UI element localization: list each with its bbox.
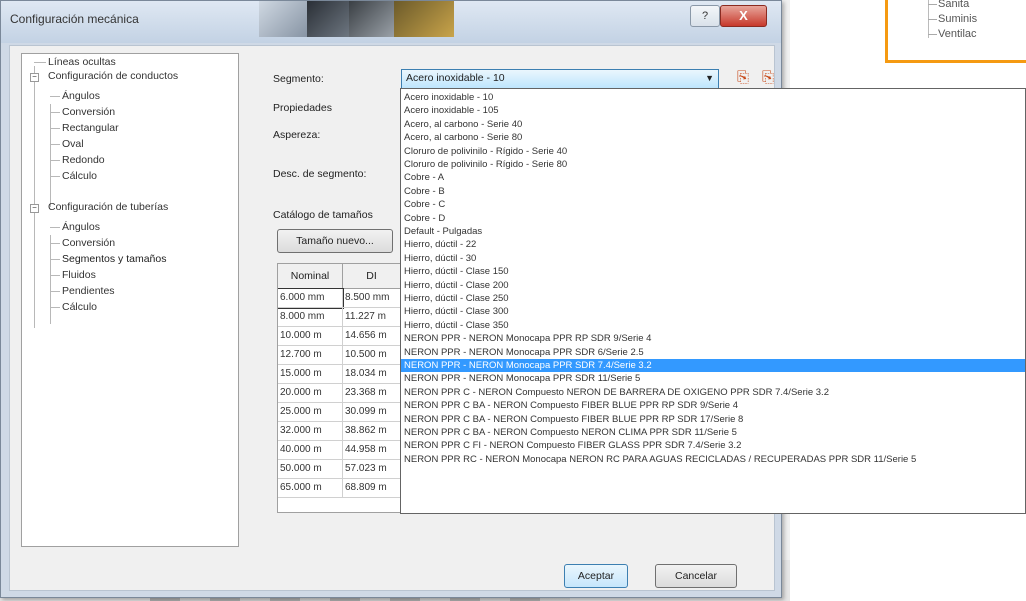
dropdown-option[interactable]: Acero, al carbono - Serie 80 (401, 131, 1025, 144)
column-header-nominal[interactable]: Nominal (278, 264, 343, 288)
tree-item-hidden-lines[interactable]: Líneas ocultas (48, 56, 116, 68)
tree-item-round[interactable]: Redondo (62, 154, 105, 166)
table-row[interactable]: 25.000 m 30.099 m (278, 403, 400, 422)
tree-item-duct-settings[interactable]: Configuración de conductos (48, 70, 178, 82)
close-button[interactable]: X (720, 5, 767, 27)
dropdown-option[interactable]: Hierro, dúctil - Clase 200 (401, 279, 1025, 292)
roughness-label: Aspereza: (273, 129, 321, 141)
tree-item-segments-sizes[interactable]: Segmentos y tamaños (62, 253, 166, 265)
title-bar[interactable]: Configuración mecánica ? X (1, 1, 781, 43)
dropdown-option[interactable]: Acero, al carbono - Serie 40 (401, 118, 1025, 131)
dropdown-option[interactable]: Cloruro de polivinilo - Rígido - Serie 8… (401, 158, 1025, 171)
dropdown-option[interactable]: NERON PPR C - NERON Compuesto NERON DE B… (401, 386, 1025, 399)
table-header: Nominal DI (278, 264, 400, 289)
cancel-button[interactable]: Cancelar (655, 564, 737, 588)
segment-select[interactable]: Acero inoxidable - 10 ▼ (401, 69, 719, 89)
collapse-icon[interactable]: − (30, 204, 39, 213)
new-size-button[interactable]: Tamaño nuevo... (277, 229, 393, 253)
table-row[interactable]: 6.000 mm 8.500 mm (278, 288, 400, 309)
settings-tree[interactable]: Líneas ocultas − Configuración de conduc… (21, 53, 239, 547)
tree-item-pipe-conversion[interactable]: Conversión (62, 237, 115, 249)
tree-item-oval[interactable]: Oval (62, 138, 84, 150)
help-button[interactable]: ? (690, 5, 720, 27)
dropdown-option[interactable]: Hierro, dúctil - 22 (401, 238, 1025, 251)
tree-item-slopes[interactable]: Pendientes (62, 285, 115, 297)
dropdown-option[interactable]: Cloruro de polivinilo - Rígido - Serie 4… (401, 145, 1025, 158)
dropdown-option[interactable]: NERON PPR C FI - NERON Compuesto FIBER G… (401, 439, 1025, 452)
tree-item-pipe-angles[interactable]: Ángulos (62, 221, 100, 233)
dialog-title: Configuración mecánica (10, 12, 139, 26)
table-row[interactable]: 10.000 m 14.656 m (278, 327, 400, 346)
properties-label: Propiedades (273, 102, 332, 114)
size-catalog-label: Catálogo de tamaños (273, 209, 373, 221)
background-item[interactable]: Ventilac (938, 28, 977, 40)
dropdown-option[interactable]: Cobre - C (401, 198, 1025, 211)
accept-button[interactable]: Aceptar (564, 564, 628, 588)
dropdown-option[interactable]: Hierro, dúctil - Clase 250 (401, 292, 1025, 305)
chevron-down-icon: ▼ (705, 73, 714, 83)
background-item[interactable]: Sanita (938, 0, 969, 10)
tree-item-duct-angles[interactable]: Ángulos (62, 90, 100, 102)
dropdown-option[interactable]: NERON PPR - NERON Monocapa PPR SDR 6/Ser… (401, 346, 1025, 359)
dropdown-option[interactable]: NERON PPR - NERON Monocapa PPR SDR 7.4/S… (401, 359, 1025, 373)
dropdown-option[interactable]: NERON PPR - NERON Monocapa PPR RP SDR 9/… (401, 332, 1025, 345)
tree-item-duct-conversion[interactable]: Conversión (62, 106, 115, 118)
dropdown-option[interactable]: NERON PPR C BA - NERON Compuesto NERON C… (401, 426, 1025, 439)
segment-select-value: Acero inoxidable - 10 (406, 72, 505, 84)
table-row[interactable]: 12.700 m 10.500 m (278, 346, 400, 365)
table-row[interactable]: 50.000 m 57.023 m (278, 460, 400, 479)
background-panel: Sanita Suminis Ventilac (885, 0, 1026, 63)
new-segment-icon[interactable]: ⎘ (734, 69, 752, 87)
dropdown-option[interactable]: Acero inoxidable - 105 (401, 104, 1025, 117)
segment-description-label: Desc. de segmento: (273, 168, 367, 180)
dropdown-option[interactable]: Hierro, dúctil - Clase 150 (401, 265, 1025, 278)
tree-item-fluids[interactable]: Fluidos (62, 269, 96, 281)
table-row[interactable]: 65.000 m 68.809 m (278, 479, 400, 498)
segment-dropdown-list[interactable]: Acero inoxidable - 10 Acero inoxidable - … (400, 88, 1026, 514)
segment-label: Segmento: (273, 73, 324, 85)
tree-item-pipe-calculation[interactable]: Cálculo (62, 301, 97, 313)
dropdown-option[interactable]: NERON PPR C BA - NERON Compuesto FIBER B… (401, 399, 1025, 412)
background-item[interactable]: Suminis (938, 13, 977, 25)
delete-segment-icon[interactable]: ⎘ (759, 69, 777, 87)
table-row[interactable]: 32.000 m 38.862 m (278, 422, 400, 441)
table-row[interactable]: 8.000 mm 11.227 m (278, 308, 400, 327)
dropdown-option[interactable]: Default - Pulgadas (401, 225, 1025, 238)
tree-item-pipe-settings[interactable]: Configuración de tuberías (48, 201, 168, 213)
dropdown-option[interactable]: Hierro, dúctil - 30 (401, 252, 1025, 265)
dropdown-option[interactable]: NERON PPR C BA - NERON Compuesto FIBER B… (401, 413, 1025, 426)
dropdown-option[interactable]: Hierro, dúctil - Clase 300 (401, 305, 1025, 318)
dropdown-option[interactable]: Acero inoxidable - 10 (401, 91, 1025, 104)
size-table[interactable]: Nominal DI 6.000 mm 8.500 mm 8.000 mm 11… (277, 263, 401, 513)
dropdown-option[interactable]: NERON PPR - NERON Monocapa PPR SDR 11/Se… (401, 372, 1025, 385)
background-photos (259, 1, 459, 37)
column-header-id[interactable]: DI (343, 264, 400, 288)
dropdown-option[interactable]: Cobre - D (401, 212, 1025, 225)
dropdown-option[interactable]: Cobre - A (401, 171, 1025, 184)
dropdown-option[interactable]: Hierro, dúctil - Clase 350 (401, 319, 1025, 332)
dropdown-option[interactable]: NERON PPR RC - NERON Monocapa NERON RC P… (401, 453, 1025, 466)
tree-item-duct-calculation[interactable]: Cálculo (62, 170, 97, 182)
table-row[interactable]: 20.000 m 23.368 m (278, 384, 400, 403)
collapse-icon[interactable]: − (30, 73, 39, 82)
table-row[interactable]: 40.000 m 44.958 m (278, 441, 400, 460)
tree-item-rectangular[interactable]: Rectangular (62, 122, 119, 134)
table-row[interactable]: 15.000 m 18.034 m (278, 365, 400, 384)
dropdown-option[interactable]: Cobre - B (401, 185, 1025, 198)
